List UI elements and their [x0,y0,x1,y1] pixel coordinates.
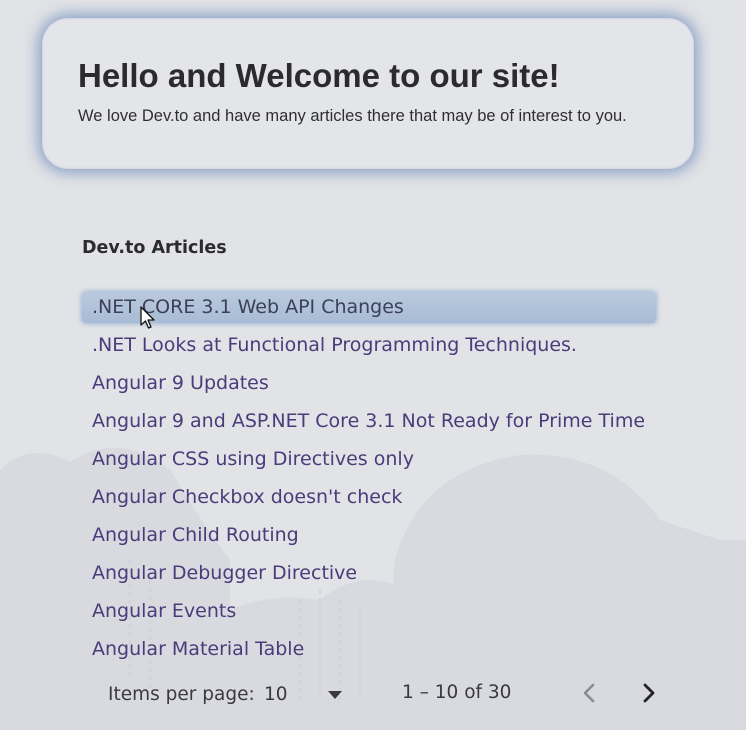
page-range-label: 1 – 10 of 30 [402,682,512,703]
article-list: .NET CORE 3.1 Web API Changes .NET Looks… [82,290,656,670]
list-item: Angular Checkbox doesn't check [82,482,656,518]
page: Hello and Welcome to our site! We love D… [0,0,746,730]
article-link[interactable]: Angular 9 Updates [82,368,656,399]
article-link[interactable]: Angular Checkbox doesn't check [82,482,656,513]
chevron-left-icon [583,683,595,703]
list-item: Angular CSS using Directives only [82,444,656,480]
caret-down-icon [328,691,342,699]
previous-page-button[interactable] [574,678,604,708]
chevron-right-icon [643,683,655,703]
list-item: .NET Looks at Functional Programming Tec… [82,330,656,366]
articles-heading: Dev.to Articles [82,238,227,258]
items-per-page-label: Items per page: [108,684,255,705]
list-item: Angular 9 and ASP.NET Core 3.1 Not Ready… [82,406,656,442]
welcome-title: Hello and Welcome to our site! [78,57,560,94]
next-page-button[interactable] [634,678,664,708]
list-item: Angular 9 Updates [82,368,656,404]
article-link[interactable]: Angular 9 and ASP.NET Core 3.1 Not Ready… [82,406,656,437]
list-item: Angular Events [82,596,656,632]
article-link[interactable]: Angular Events [82,596,656,627]
article-link[interactable]: Angular CSS using Directives only [82,444,656,475]
article-link[interactable]: Angular Child Routing [82,520,656,551]
article-link[interactable]: .NET CORE 3.1 Web API Changes [82,292,656,323]
list-item: Angular Debugger Directive [82,558,656,594]
page-size-select[interactable]: 10 [264,680,350,710]
article-link[interactable]: .NET Looks at Functional Programming Tec… [82,330,656,361]
list-item: Angular Child Routing [82,520,656,556]
article-link[interactable]: Angular Material Table [82,634,656,665]
list-item: .NET CORE 3.1 Web API Changes [82,292,656,328]
page-size-value: 10 [264,684,288,705]
paginator: Items per page: 10 1 – 10 of 30 [0,668,746,718]
welcome-banner: Hello and Welcome to our site! We love D… [42,18,694,169]
list-item: Angular Material Table [82,634,656,670]
welcome-subtitle: We love Dev.to and have many articles th… [78,107,627,125]
article-link[interactable]: Angular Debugger Directive [82,558,656,589]
